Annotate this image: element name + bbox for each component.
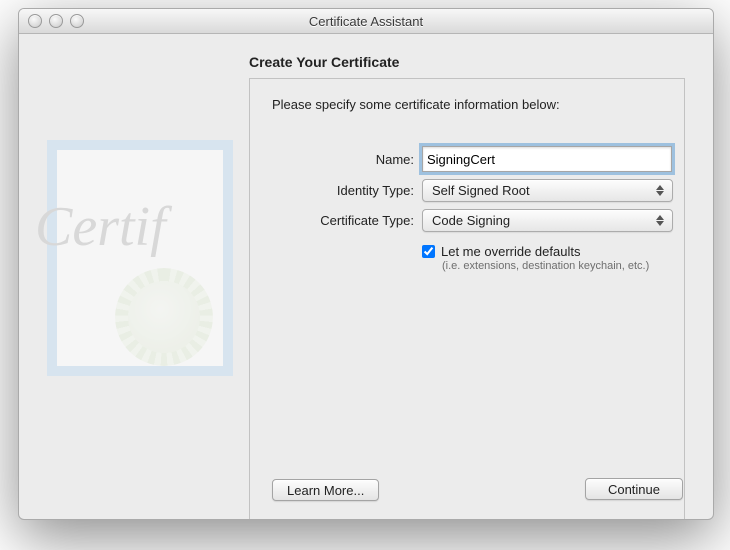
certificate-assistant-window: Certificate Assistant Certif Create Your… [18,8,714,520]
label-name: Name: [272,152,422,167]
minimize-icon[interactable] [49,14,63,28]
override-defaults-label: Let me override defaults [441,244,580,259]
continue-button[interactable]: Continue [585,478,683,500]
window-title: Certificate Assistant [19,14,713,29]
zoom-icon[interactable] [70,14,84,28]
certificate-type-popup[interactable]: Code Signing [422,209,673,232]
certificate-illustration: Certif [47,140,233,376]
label-certificate-type: Certificate Type: [272,213,422,228]
instruction-text: Please specify some certificate informat… [272,97,662,112]
form-panel: Please specify some certificate informat… [249,78,685,520]
override-defaults-checkbox-row[interactable]: Let me override defaults [422,244,662,259]
label-identity-type: Identity Type: [272,183,422,198]
popup-arrows-icon [653,182,667,199]
identity-type-value: Self Signed Root [432,183,530,198]
window-controls [28,14,84,28]
identity-type-popup[interactable]: Self Signed Root [422,179,673,202]
learn-more-button[interactable]: Learn More... [272,479,379,501]
content-area: Certif Create Your Certificate Please sp… [19,34,713,520]
override-defaults-checkbox[interactable] [422,245,435,258]
close-icon[interactable] [28,14,42,28]
certificate-type-value: Code Signing [432,213,510,228]
titlebar[interactable]: Certificate Assistant [19,9,713,34]
override-defaults-hint: (i.e. extensions, destination keychain, … [442,260,662,272]
popup-arrows-icon [653,212,667,229]
page-title: Create Your Certificate [249,54,685,70]
seal-icon [123,276,205,358]
name-input[interactable] [422,146,672,172]
